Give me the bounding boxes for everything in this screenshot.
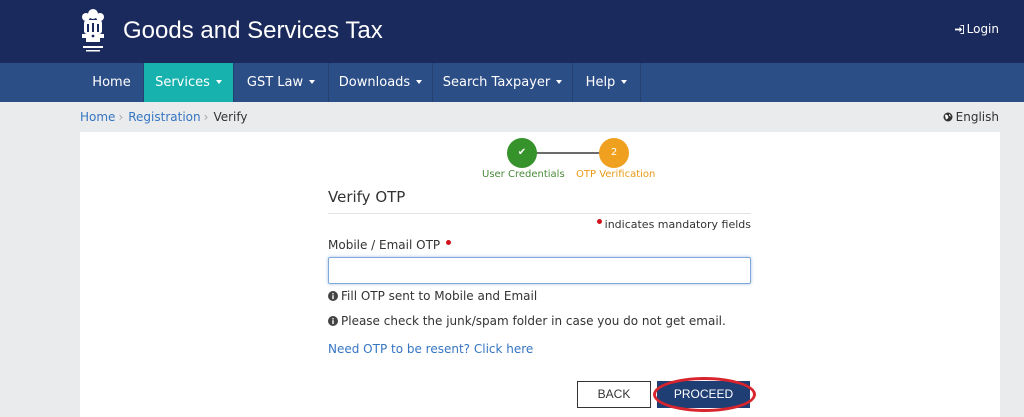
nav-help-label: Help bbox=[585, 75, 616, 90]
language-selector[interactable]: English bbox=[943, 109, 999, 125]
info-icon bbox=[328, 291, 338, 301]
nav-gst-law-label: GST Law bbox=[246, 75, 304, 90]
breadcrumb: Home › Registration › Verify bbox=[80, 109, 247, 125]
form-title: Verify OTP bbox=[328, 188, 406, 206]
chevron-down-icon bbox=[621, 80, 628, 84]
otp-label: Mobile / Email OTP bbox=[328, 237, 452, 253]
site-header: Goods and Services Tax Login bbox=[0, 0, 1024, 63]
login-icon bbox=[954, 25, 964, 34]
nav-search-taxpayer[interactable]: Search Taxpayer bbox=[433, 63, 573, 102]
required-dot-icon bbox=[446, 240, 452, 245]
login-label: Login bbox=[966, 22, 999, 36]
nav-home[interactable]: Home bbox=[80, 63, 144, 102]
spam-hint-text: Please check the junk/spam folder in cas… bbox=[341, 314, 726, 328]
resend-otp-link[interactable]: Need OTP to be resent? Click here bbox=[328, 341, 533, 357]
mandatory-note: indicates mandatory fields bbox=[596, 218, 751, 232]
back-button[interactable]: BACK bbox=[577, 381, 651, 408]
site-title: Goods and Services Tax bbox=[123, 17, 383, 44]
check-icon: ✔ bbox=[517, 147, 527, 158]
proceed-button[interactable]: PROCEED bbox=[657, 381, 750, 408]
nav-home-label: Home bbox=[92, 75, 131, 90]
breadcrumb-home[interactable]: Home bbox=[80, 110, 115, 124]
chevron-down-icon bbox=[215, 80, 222, 84]
nav-downloads-label: Downloads bbox=[338, 75, 411, 90]
main-nav: Home Services GST Law Downloads Search T… bbox=[0, 63, 1024, 102]
breadcrumb-current: Verify bbox=[213, 110, 248, 124]
chevron-down-icon bbox=[556, 80, 563, 84]
nav-help[interactable]: Help bbox=[573, 63, 641, 102]
language-label: English bbox=[955, 110, 999, 124]
nav-services[interactable]: Services bbox=[144, 63, 234, 102]
mandatory-note-text: indicates mandatory fields bbox=[604, 218, 751, 231]
login-link[interactable]: Login bbox=[954, 21, 999, 37]
chevron-down-icon bbox=[416, 80, 423, 84]
national-emblem-icon bbox=[82, 9, 104, 52]
nav-downloads[interactable]: Downloads bbox=[329, 63, 433, 102]
info-icon bbox=[328, 316, 338, 326]
otp-label-text: Mobile / Email OTP bbox=[328, 238, 441, 252]
otp-hint: Fill OTP sent to Mobile and Email bbox=[328, 288, 537, 304]
form-divider bbox=[328, 213, 751, 214]
step-number: 2 bbox=[610, 147, 618, 158]
breadcrumb-registration[interactable]: Registration bbox=[128, 110, 200, 124]
step-otp-verification-circle: 2 bbox=[599, 138, 629, 168]
globe-icon bbox=[943, 112, 953, 122]
otp-hint-text: Fill OTP sent to Mobile and Email bbox=[341, 289, 538, 303]
required-dot-icon bbox=[596, 219, 602, 224]
nav-gst-law[interactable]: GST Law bbox=[234, 63, 329, 102]
step-user-credentials-label: User Credentials bbox=[482, 169, 565, 180]
chevron-down-icon bbox=[309, 80, 316, 84]
spam-hint: Please check the junk/spam folder in cas… bbox=[328, 313, 726, 329]
step-otp-verification-label: OTP Verification bbox=[576, 169, 656, 180]
otp-input[interactable] bbox=[328, 257, 751, 284]
breadcrumb-separator-icon: › bbox=[203, 110, 209, 124]
nav-search-taxpayer-label: Search Taxpayer bbox=[442, 75, 551, 90]
breadcrumb-separator-icon: › bbox=[118, 110, 124, 124]
nav-services-label: Services bbox=[155, 75, 210, 90]
step-user-credentials-circle: ✔ bbox=[507, 138, 537, 168]
